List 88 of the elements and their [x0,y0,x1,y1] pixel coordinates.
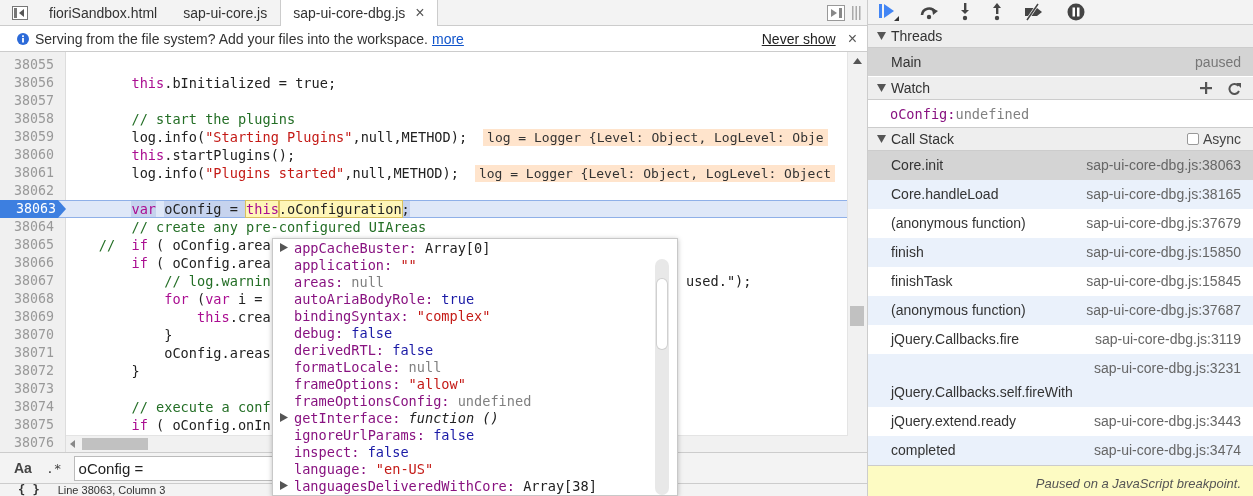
function-name: jQuery.Callbacks.self.fireWith [891,383,1073,402]
tab-label: fioriSandbox.html [49,5,158,21]
property-entry: getInterface: function () [294,409,499,426]
line-number: 38071 [12,344,55,362]
file-location: sap-ui-core-dbg.js:3231 [1092,359,1241,378]
function-name: Core.handleLoad [891,185,999,204]
line-number: 38059 [12,128,55,146]
code-line: // if ( oConfig.area [97,237,271,253]
code-line: } [163,327,173,343]
section-title: Threads [891,28,943,44]
property-entry: ignoreUrlParams: false [294,426,475,443]
line-number: 38075 [12,416,55,434]
file-location: sap-ui-core-dbg.js:37679 [1085,214,1241,233]
code-line: used."); [686,273,752,289]
code-line: // log.warnin [163,273,271,289]
property-entry: bindingSyntax: "complex" [294,307,491,324]
code-line: this.startPlugins(); [130,147,296,163]
info-message: Serving from the file system? Add your files into the workspace. [35,30,428,47]
file-location: sap-ui-core-dbg.js:3474 [1092,441,1241,460]
line-number: 38072 [12,362,55,380]
line-number: 38062 [12,182,55,200]
line-number: 38058 [12,110,55,128]
tab-label: sap-ui-core.js [183,5,268,21]
function-name: completed [891,441,956,460]
property-entry: frameOptions: "allow" [294,375,466,392]
thread-name: Main [891,54,922,70]
function-name: (anonymous function) [891,301,1026,320]
pause-message: Paused on a JavaScript breakpoint. [868,465,1253,496]
line-number: 38069 [12,308,55,326]
code-line: log.info("Starting Plugins",null,METHOD); [130,129,468,145]
line-number: 38061 [12,164,55,182]
file-location: sap-ui-core-dbg.js:38063 [1085,156,1241,175]
property-entry: formatLocale: null [294,358,442,375]
property-entry: areas: null [294,273,385,290]
code-line: this.bInitialized = true; [130,75,337,91]
line-number: 38073 [12,380,55,398]
property-entry: language: "en-US" [294,460,434,477]
code-line: oConfig.areas [163,345,271,361]
line-number: 38070 [12,326,55,344]
cursor-position: Line 38063, Column 3 [57,484,166,496]
file-location: sap-ui-core-dbg.js:3119 [1093,330,1241,349]
property-entry: derivedRTL: false [294,341,434,358]
inline-value: log = Logger {Level: Object, LogLevel: Object [474,164,836,182]
line-number: 38064 [12,218,55,236]
code-line: // execute a conf [130,399,271,415]
line-number: 38060 [12,146,55,164]
code-line: } [130,363,140,379]
function-name: jQuery.extend.ready [891,412,1017,431]
code-line: // start the plugins [130,111,296,127]
property-entry: frameOptionsConfig: undefined [294,392,532,409]
function-name: finish [891,243,924,262]
property-entry: appCacheBuster: Array[0] [294,239,491,256]
property-entry: application: "" [294,256,417,273]
property-entry: languagesDeliveredWithCore: Array[38] [294,477,597,494]
function-name: Core.init [891,156,944,175]
code-line: var oConfig = this.oConfiguration; [130,201,410,217]
line-number: 38076 [12,434,55,452]
file-location: sap-ui-core-dbg.js:37687 [1085,301,1241,320]
line-number: 38067 [12,272,55,290]
function-name: finishTask [891,272,953,291]
function-name: (anonymous function) [891,214,1026,233]
section-title: Call Stack [891,131,955,147]
thread-status: paused [1195,54,1241,70]
tab-label: sap-ui-core-dbg.js [293,5,406,21]
code-line: for (var i = [163,291,263,307]
line-number: 38074 [12,398,55,416]
line-number: 38068 [12,290,55,308]
file-location: sap-ui-core-dbg.js:15845 [1085,272,1241,291]
line-number: 38055 [12,56,55,74]
property-entry: inspect: false [294,443,409,460]
file-location: sap-ui-core-dbg.js:15850 [1085,243,1241,262]
inline-value: log = Logger {Level: Object, LogLevel: Obje [483,128,828,146]
code-line: if ( oConfig.onIn [130,417,271,433]
line-number: 38056 [12,74,55,92]
line-number: 38066 [12,254,55,272]
property-entry: debug: false [294,324,393,341]
code-line: this.crea [195,309,271,325]
code-line: // create any pre-configured UIAreas [130,219,427,235]
checkbox-label: Async [1202,131,1241,147]
line-number: 38065 [12,236,55,254]
file-location: sap-ui-core-dbg.js:38165 [1085,185,1241,204]
code-line: if ( oConfig.area [130,255,271,271]
code-line: log.info("Plugins started",null,METHOD); [130,165,459,181]
file-location: sap-ui-core-dbg.js:3443 [1092,412,1241,431]
property-entry: autoAriaBodyRole: true [294,290,475,307]
function-name: jQuery.Callbacks.fire [891,330,1020,349]
line-number: 38057 [12,92,55,110]
section-title: Watch [891,80,931,96]
